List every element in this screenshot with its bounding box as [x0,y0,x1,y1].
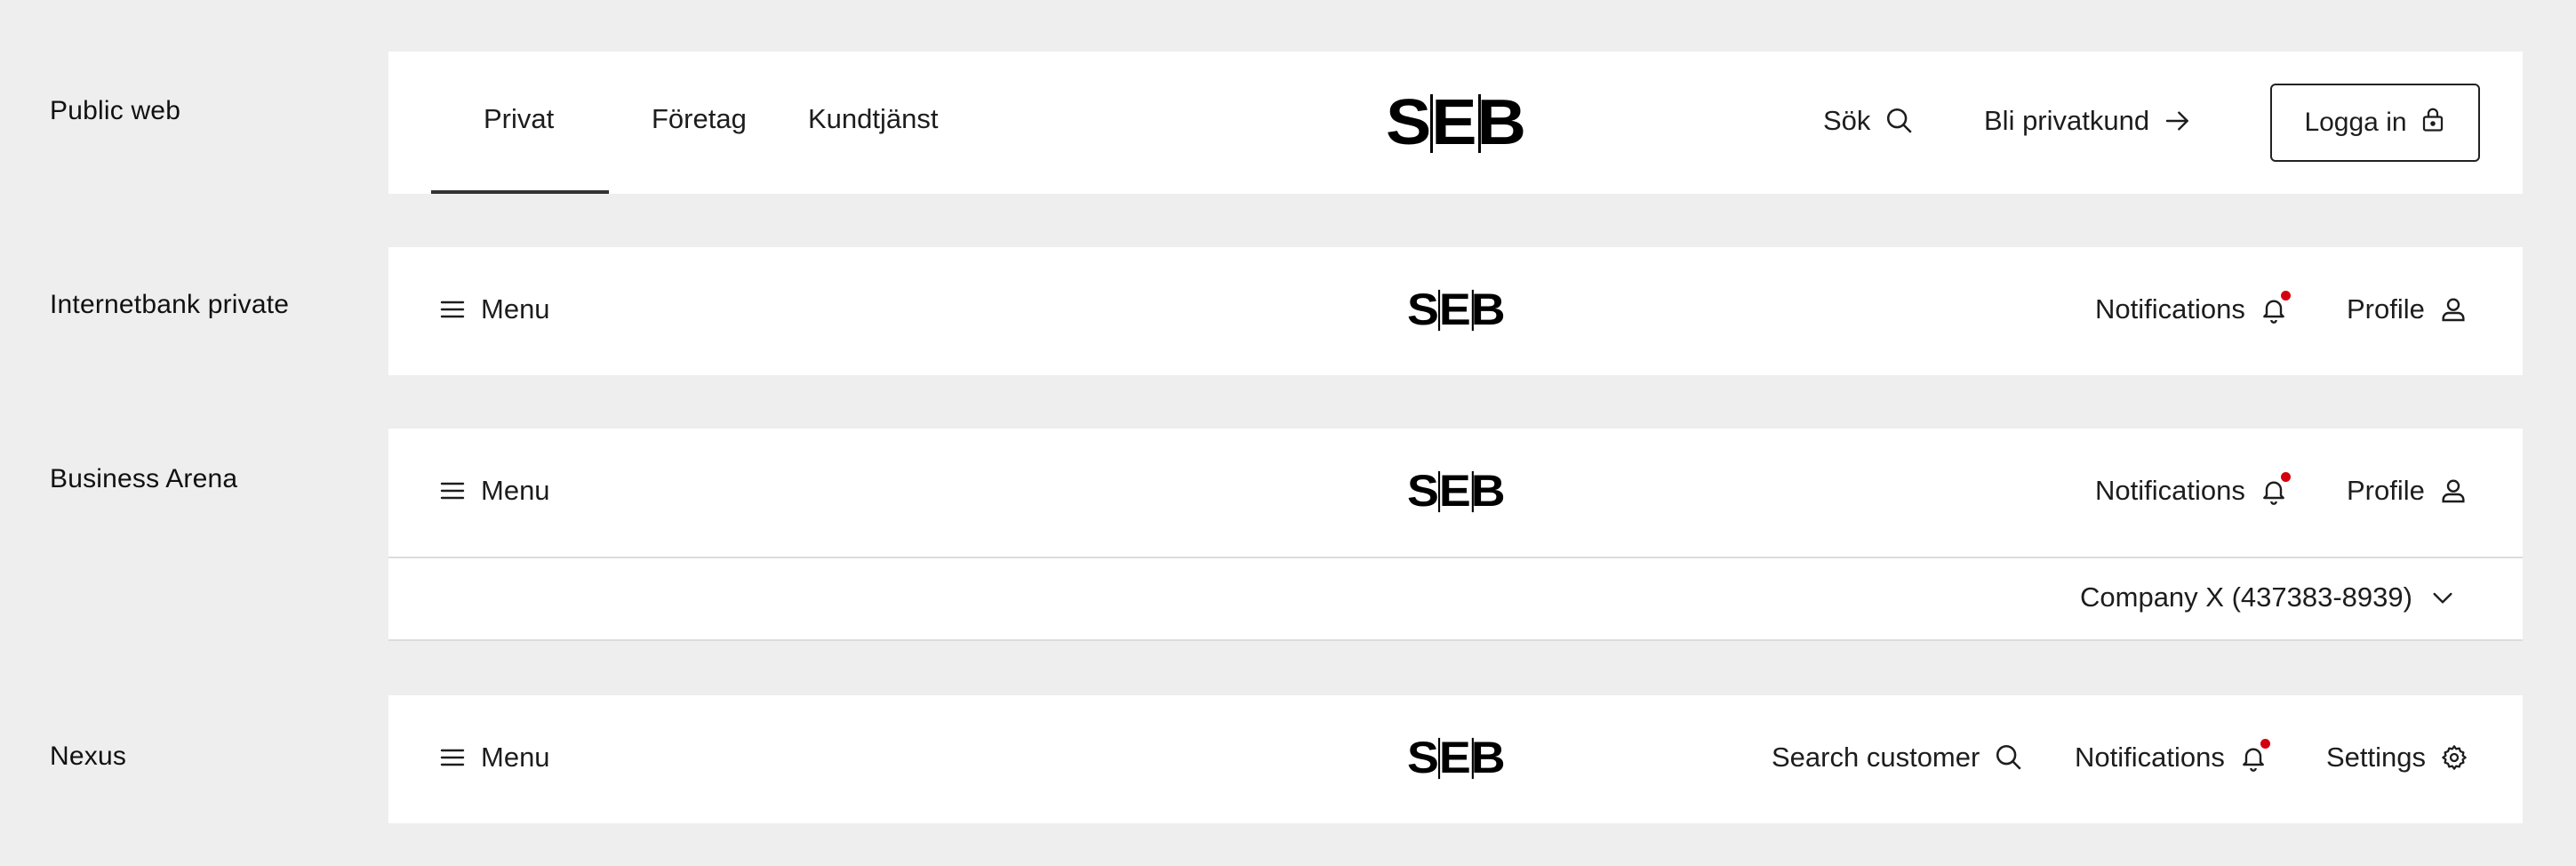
profile-button[interactable]: Profile [2347,293,2468,325]
menu-button[interactable]: Menu [438,742,550,774]
notifications-label: Notifications [2075,742,2225,773]
bell-icon [2260,291,2291,325]
tab-privat[interactable]: Privat [484,103,554,135]
notifications-button[interactable]: Notifications [2075,739,2270,774]
lock-icon [2420,106,2446,140]
section-label-business-arena: Business Arena [50,464,238,493]
notification-dot [2280,291,2291,301]
profile-button[interactable]: Profile [2347,475,2468,507]
logo-text: SEB [1407,469,1506,514]
menu-button[interactable]: Menu [438,293,550,325]
settings-label: Settings [2326,742,2427,773]
tab-label: Kundtjänst [808,103,939,134]
profile-label: Profile [2347,293,2425,325]
search-label: Sök [1823,105,1871,136]
public-web-header: Privat Företag Kundtjänst SEB Sök Bli pr… [388,52,2523,194]
notifications-label: Notifications [2095,293,2245,325]
seb-logo-graphic: SEB [1407,469,1506,514]
seb-logo[interactable]: SEB [1407,469,1507,514]
user-icon [2439,295,2468,324]
section-label-public-web: Public web [50,96,181,125]
search-customer-button[interactable]: Search customer [1772,742,2024,774]
logo-text: SEB [1407,736,1506,781]
tab-kundtjanst[interactable]: Kundtjänst [808,103,939,135]
hamburger-icon [438,743,467,772]
business-arena-header: Menu SEB Notifications Profile [388,429,2523,557]
logo-letter-s: SEB [1386,92,1526,155]
user-icon [2439,477,2468,505]
nexus-header: Menu SEB Search customer Notifications S… [388,695,2523,823]
logo-text: SEB [1407,288,1506,333]
company-selector-bar: Company X (437383-8939) [388,557,2523,641]
active-tab-indicator [431,190,609,194]
tab-label: Företag [652,103,747,134]
arrow-right-icon [2164,107,2192,135]
hamburger-icon [438,477,467,505]
search-customer-label: Search customer [1772,742,1980,773]
company-selector[interactable]: Company X (437383-8939) [2080,581,2457,613]
menu-label: Menu [481,742,550,773]
section-label-internetbank-private: Internetbank private [50,290,290,319]
tab-label: Privat [484,103,555,134]
settings-button[interactable]: Settings [2326,742,2468,774]
notifications-button[interactable]: Notifications [2095,472,2291,507]
seb-logo-graphic: SEB [1386,92,1526,155]
company-selector-label: Company X (437383-8939) [2080,581,2412,613]
chevron-down-icon [2428,583,2457,612]
notifications-button[interactable]: Notifications [2095,291,2291,325]
become-customer-link[interactable]: Bli privatkund [1984,105,2192,137]
menu-label: Menu [481,293,550,325]
login-button[interactable]: Logga in [2270,84,2480,162]
become-customer-label: Bli privatkund [1984,105,2150,136]
seb-logo[interactable]: SEB [1386,92,1528,155]
menu-button[interactable]: Menu [438,475,550,507]
notification-dot [2280,472,2291,482]
bell-icon [2260,472,2291,506]
search-icon [1884,106,1915,136]
login-label: Logga in [2304,108,2407,137]
hamburger-icon [438,295,467,324]
bell-icon [2239,739,2270,773]
notification-dot [2260,739,2270,749]
profile-label: Profile [2347,475,2425,506]
tab-foretag[interactable]: Företag [652,103,747,135]
menu-label: Menu [481,475,550,506]
seb-logo[interactable]: SEB [1407,736,1507,781]
section-label-nexus: Nexus [50,742,127,771]
seb-logo-graphic: SEB [1407,736,1506,781]
seb-logo-graphic: SEB [1407,288,1506,333]
notifications-label: Notifications [2095,475,2245,506]
internetbank-private-header: Menu SEB Notifications Profile [388,247,2523,375]
search-button[interactable]: Sök [1823,105,1915,137]
gear-icon [2440,743,2468,772]
search-icon [1994,742,2024,773]
seb-logo[interactable]: SEB [1407,288,1507,333]
